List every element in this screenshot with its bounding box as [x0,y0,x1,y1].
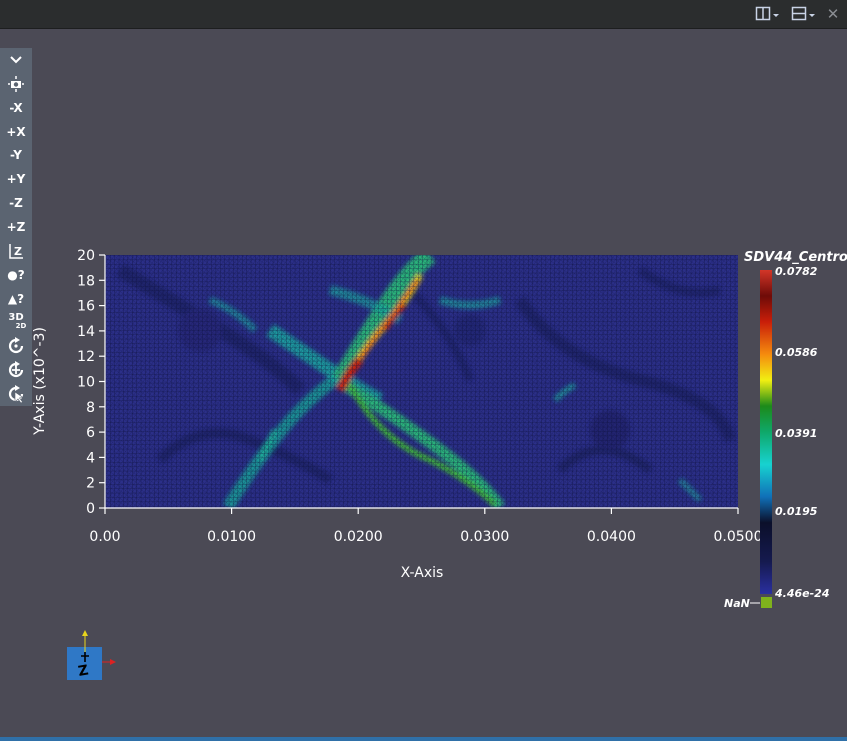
x-tick-label: 0.0200 [334,529,383,545]
y-tick-label: 10 [77,375,95,391]
y-tick-label: 0 [86,501,95,517]
nan-label: NaN [724,597,750,610]
x-axis-label: X-Axis [401,565,444,581]
active-view-indicator [0,737,847,741]
y-tick-label: 6 [86,425,95,441]
x-tick-label: 0.0300 [460,529,509,545]
y-tick-label: 20 [77,248,95,264]
colorbar-label-3: 0.0391 [775,427,817,440]
colorbar-label-4: 0.0195 [775,505,818,518]
colorbar-label-min: 4.46e-24 [774,587,829,600]
y-tick-label: 14 [77,324,95,340]
y-axis-label: Y-Axis (x10^-3) [32,327,48,436]
y-tick-label: 16 [77,299,95,315]
y-tick-label: 18 [77,273,95,289]
colorbar-gradient [760,270,772,594]
render-view[interactable]: 0.00 0.0100 0.0200 0.0300 0.0400 0.0500 0 2 4 6 8… [0,0,847,741]
y-tick-label: 4 [86,450,95,466]
colorbar-label-max: 0.0782 [775,265,818,278]
y-tick-label: 12 [77,349,95,365]
x-tick-label: 0.00 [89,529,120,545]
x-tick-label: 0.0100 [207,529,256,545]
x-tick-label: 0.0400 [587,529,636,545]
y-tick-label: 8 [86,400,95,416]
colorbar-label-2: 0.0586 [775,346,818,359]
color-legend[interactable]: SDV44_Centro 0.0782 0.0586 0.0391 0.0195… [724,250,847,610]
colorbar-title: SDV44_Centro [744,250,847,265]
orientation-axes: Z [67,630,116,680]
nan-swatch [761,597,772,608]
y-tick-label: 2 [86,476,95,492]
contour-plot [105,255,738,508]
x-tick-label: 0.0500 [714,529,763,545]
